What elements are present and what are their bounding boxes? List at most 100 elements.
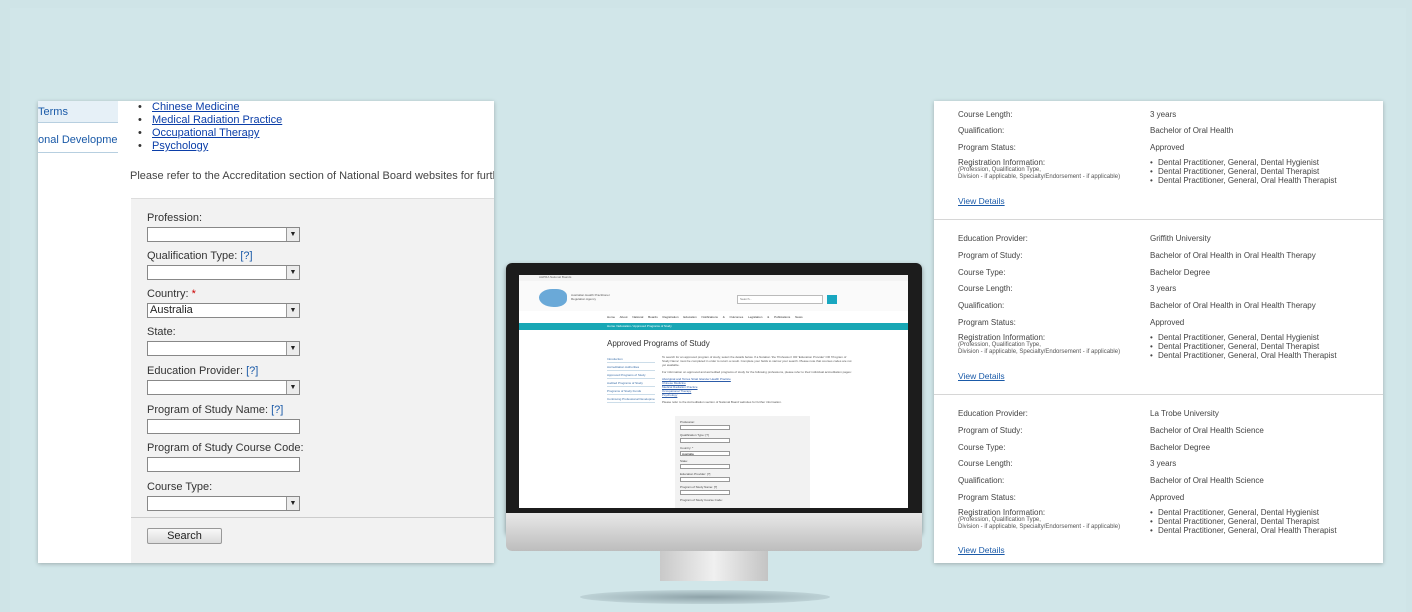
screen-nav[interactable]: Home About National Boards Registration … xyxy=(519,313,908,321)
view-details-link[interactable]: View Details xyxy=(958,371,1005,381)
screen-select[interactable] xyxy=(680,438,730,443)
link-psychology[interactable]: Psychology xyxy=(152,140,208,152)
sidebar: Terms onal Development xyxy=(38,101,118,153)
field-profession: Profession: ▼ xyxy=(147,212,300,242)
field-education-provider: Education Provider: [?] ▼ xyxy=(147,365,300,395)
screen-intro-2: For information on approved and accredit… xyxy=(662,370,852,374)
list-item: Dental Practitioner, General, Dental The… xyxy=(1150,517,1337,526)
course-length-label: Course Length: xyxy=(958,284,1013,293)
qualification-label: Qualification: xyxy=(958,476,1005,485)
course-length-label: Course Length: xyxy=(958,110,1013,119)
list-item: Dental Practitioner, General, Dental Hyg… xyxy=(1150,158,1337,167)
list-item: Dental Practitioner, General, Oral Healt… xyxy=(1150,526,1337,535)
chevron-down-icon[interactable]: ▼ xyxy=(286,497,299,510)
sidebar-item[interactable]: Introduction xyxy=(607,355,655,363)
sidebar-item[interactable]: Continuing Professional Development xyxy=(607,395,655,403)
profession-label: Profession: xyxy=(147,212,203,224)
list-item: Dental Practitioner, General, Oral Healt… xyxy=(1150,351,1337,360)
course-type-label: Course Type: xyxy=(958,268,1006,277)
list-item[interactable]: Medical Radiation Practice xyxy=(138,114,282,127)
view-details-link[interactable]: View Details xyxy=(958,196,1005,206)
program-of-study-label: Program of Study: xyxy=(958,426,1023,435)
registration-list: Dental Practitioner, General, Dental Hyg… xyxy=(1150,508,1337,535)
qualification-value: Bachelor of Oral Health in Oral Health T… xyxy=(1150,301,1316,310)
screen-header: Australian Health Practitioner Regulatio… xyxy=(519,281,908,311)
education-provider-select[interactable]: ▼ xyxy=(147,380,300,395)
view-details-link[interactable]: View Details xyxy=(958,545,1005,555)
course-type-value: Bachelor Degree xyxy=(1150,268,1211,277)
chevron-down-icon[interactable]: ▼ xyxy=(286,381,299,394)
list-item[interactable]: Chinese Medicine xyxy=(138,101,282,114)
screen-logo-text: Australian Health Practitioner Regulatio… xyxy=(571,293,610,301)
list-item[interactable]: Psychology xyxy=(138,140,282,153)
screen-search-input[interactable]: Search... xyxy=(737,295,823,304)
monitor-bezel: AHPRA National Boards Australian Health … xyxy=(506,263,922,535)
screen-link[interactable]: Psychology xyxy=(662,393,852,397)
sidebar-item[interactable]: Approved Programs of Study xyxy=(607,371,655,379)
field-state: State: ▼ xyxy=(147,326,300,356)
course-type-select[interactable]: ▼ xyxy=(147,496,300,511)
monitor-shadow xyxy=(580,590,830,604)
course-code-input[interactable] xyxy=(147,457,300,472)
help-link[interactable]: [?] xyxy=(271,404,283,416)
registration-info-label: Registration Information: xyxy=(958,333,1046,342)
link-occupational-therapy[interactable]: Occupational Therapy xyxy=(152,127,259,139)
course-length-value: 3 years xyxy=(1150,284,1177,293)
registration-list: Dental Practitioner, General, Dental Hyg… xyxy=(1150,333,1337,360)
sidebar-item-terms[interactable]: Terms xyxy=(38,101,118,123)
course-type-value: Bachelor Degree xyxy=(1150,443,1211,452)
list-item[interactable]: Occupational Therapy xyxy=(138,127,282,140)
qualification-type-select[interactable]: ▼ xyxy=(147,265,300,280)
screen-side-nav: Introduction Accreditation Authorities A… xyxy=(607,355,655,403)
help-link[interactable]: [?] xyxy=(246,365,258,377)
education-provider-label: Education Provider: xyxy=(958,409,1028,418)
monitor-stand xyxy=(660,551,768,581)
required-marker: * xyxy=(191,288,196,300)
sidebar-item-professional-development[interactable]: onal Development xyxy=(38,129,118,153)
registration-info-label: Registration Information: xyxy=(958,158,1046,167)
chevron-down-icon[interactable]: ▼ xyxy=(286,266,299,279)
results-panel: Course Length: 3 years Qualification: Bach… xyxy=(934,101,1383,563)
screen-select[interactable] xyxy=(680,464,730,469)
screen-search-form: Profession: Qualification Type: [?] Coun… xyxy=(675,416,810,508)
course-length-value: 3 years xyxy=(1150,459,1177,468)
profession-select[interactable]: ▼ xyxy=(147,227,300,242)
map-logo-icon xyxy=(539,289,567,307)
chevron-down-icon[interactable]: ▼ xyxy=(286,304,299,317)
screen-search-button[interactable] xyxy=(827,295,837,304)
link-medical-radiation-practice[interactable]: Medical Radiation Practice xyxy=(152,114,282,126)
country-select[interactable]: Australia ▼ xyxy=(147,303,300,318)
state-label: State: xyxy=(147,326,176,338)
course-type-label: Course Type: xyxy=(147,481,213,493)
course-length-value: 3 years xyxy=(1150,110,1177,119)
link-chinese-medicine[interactable]: Chinese Medicine xyxy=(152,101,239,113)
help-link[interactable]: [?] xyxy=(240,250,252,262)
screen-select[interactable]: Australia xyxy=(680,451,730,456)
field-course-code: Program of Study Course Code: xyxy=(147,442,304,472)
qualification-label: Qualification: xyxy=(958,126,1005,135)
program-status-label: Program Status: xyxy=(958,318,1016,327)
sidebar-item[interactable]: Audited Programs of Study xyxy=(607,379,655,387)
program-of-study-value: Bachelor of Oral Health Science xyxy=(1150,426,1264,435)
qualification-label: Qualification: xyxy=(958,301,1005,310)
list-item: Dental Practitioner, General, Oral Healt… xyxy=(1150,176,1337,185)
search-form-panel: Terms onal Development Chinese Medicine … xyxy=(38,101,494,563)
list-item: Dental Practitioner, General, Dental Hyg… xyxy=(1150,333,1337,342)
result-record: Education Provider: Griffith University P… xyxy=(934,220,1383,395)
sidebar-item[interactable]: Accreditation Authorities xyxy=(607,363,655,371)
program-of-study-label: Program of Study: xyxy=(958,251,1023,260)
result-record: Education Provider: La Trobe University P… xyxy=(934,395,1383,563)
chevron-down-icon[interactable]: ▼ xyxy=(286,342,299,355)
list-item: Dental Practitioner, General, Dental Hyg… xyxy=(1150,508,1337,517)
screen-select[interactable] xyxy=(680,425,730,430)
profession-link-list: Chinese Medicine Medical Radiation Pract… xyxy=(138,101,282,153)
search-form: Profession: ▼ Qualification Type: [?] ▼ … xyxy=(131,198,494,563)
course-length-label: Course Length: xyxy=(958,459,1013,468)
search-button[interactable]: Search xyxy=(147,528,222,544)
screen-input[interactable] xyxy=(680,490,730,495)
screen-select[interactable] xyxy=(680,477,730,482)
state-select[interactable]: ▼ xyxy=(147,341,300,356)
sidebar-item[interactable]: Programs of Study Funds xyxy=(607,387,655,395)
program-name-input[interactable] xyxy=(147,419,300,434)
chevron-down-icon[interactable]: ▼ xyxy=(286,228,299,241)
